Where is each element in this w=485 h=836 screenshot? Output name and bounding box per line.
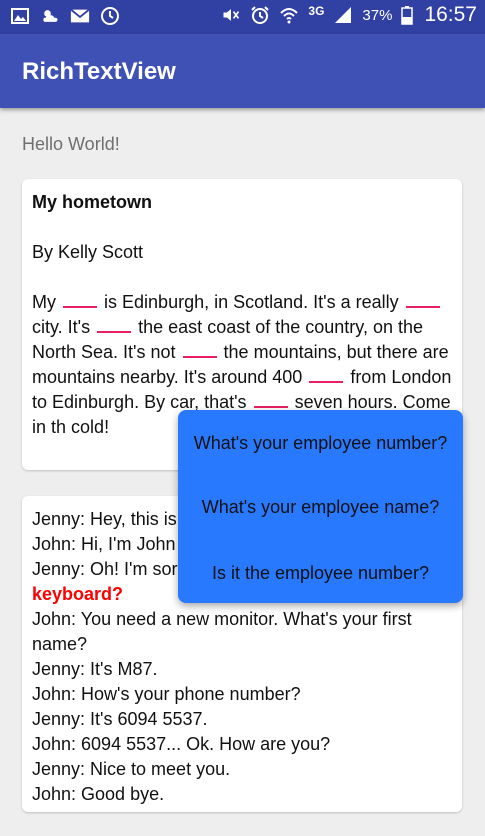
story-byline: By Kelly Scott — [32, 242, 144, 262]
status-bar: 3G 37% 16:57 — [0, 0, 485, 34]
mute-icon — [223, 9, 240, 21]
gallery-icon — [11, 8, 29, 24]
blank-field[interactable] — [97, 315, 132, 333]
blank-field[interactable] — [182, 340, 217, 358]
popup-option[interactable]: What's your employee number? — [178, 433, 463, 454]
mail-icon — [70, 8, 90, 23]
dialogue-line: John: 6094 5537... Ok. How are you? — [32, 734, 331, 754]
app-bar: RichTextView — [0, 34, 485, 108]
popup-option[interactable]: What's your employee name? — [178, 497, 463, 518]
story-heading: My hometown — [32, 192, 152, 212]
dialogue-line: John: How's your phone number? — [32, 684, 301, 704]
blank-field[interactable] — [63, 290, 98, 308]
battery-icon — [401, 6, 414, 25]
app-title: RichTextView — [22, 58, 176, 85]
blank-field[interactable] — [405, 290, 440, 308]
blank-field[interactable] — [309, 365, 344, 383]
signal-icon — [335, 7, 352, 23]
blank-field[interactable] — [253, 390, 288, 408]
hello-text: Hello World! — [22, 134, 120, 154]
clock: 16:57 — [424, 3, 477, 26]
timer-icon — [101, 7, 119, 25]
battery-percent: 37% — [362, 6, 393, 24]
alarm-icon — [251, 6, 270, 24]
dialogue-line: John: You need a new monitor. What's you… — [32, 609, 412, 654]
dialogue-line: Jenny: It's M87. — [32, 659, 158, 679]
weather-icon — [43, 10, 58, 22]
dialogue-line: John: Good bye. — [32, 784, 165, 804]
popup-option[interactable]: Is it the employee number? — [178, 563, 463, 584]
dialogue-line: Jenny: Nice to meet you. — [32, 759, 231, 779]
suggestion-popup: What's your employee number? What's your… — [178, 410, 463, 603]
network-type: 3G — [308, 4, 325, 18]
dialogue-line: Jenny: It's 6094 5537. — [32, 709, 208, 729]
wifi-icon — [280, 8, 299, 24]
